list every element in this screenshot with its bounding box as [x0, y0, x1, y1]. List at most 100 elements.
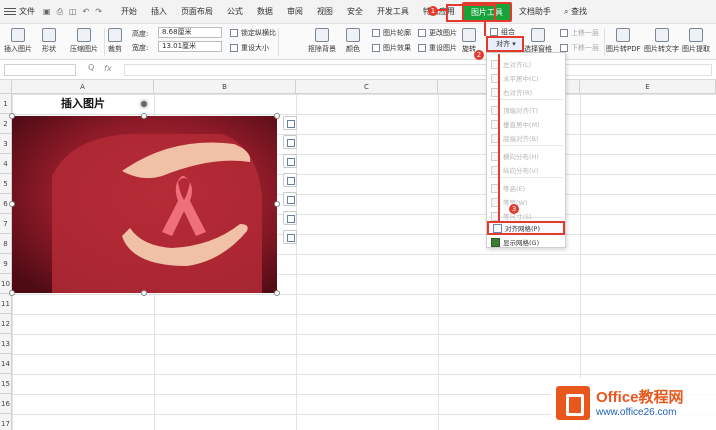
- tab-2[interactable]: 页面布局: [174, 0, 220, 24]
- menu-item-label: 等高(E): [503, 185, 526, 193]
- preview-icon[interactable]: ◫: [69, 7, 77, 17]
- arrow-3: [498, 54, 500, 222]
- tab-0[interactable]: 开始: [114, 0, 144, 24]
- tab-6[interactable]: 视图: [310, 0, 340, 24]
- resize-handle[interactable]: [9, 113, 15, 119]
- formula-input[interactable]: [124, 64, 712, 76]
- name-box[interactable]: [4, 64, 76, 76]
- selection-pane-icon: [531, 28, 545, 42]
- row-header[interactable]: 15: [0, 374, 12, 394]
- tab-8[interactable]: 开发工具: [370, 0, 416, 24]
- watermark-brand: Office教程网: [596, 389, 684, 406]
- picture-to-pdf-button[interactable]: 图片转PDF: [606, 28, 641, 54]
- row-header[interactable]: 13: [0, 334, 12, 354]
- select-all-corner[interactable]: [0, 80, 12, 94]
- office-logo-icon: [556, 386, 590, 420]
- tab-3[interactable]: 公式: [220, 0, 250, 24]
- text-icon: [654, 28, 669, 42]
- fx-icon[interactable]: fx: [104, 64, 112, 73]
- ribbon: 插入图片 形状 压缩图片 裁剪 高度: 8.68厘米 宽度: 13.01厘米 锁…: [0, 24, 716, 60]
- row-header[interactable]: 1: [0, 94, 12, 114]
- tab-7[interactable]: 安全: [340, 0, 370, 24]
- menu-icon[interactable]: [4, 8, 16, 15]
- align-button[interactable]: 对齐 ▾: [486, 36, 524, 52]
- shape-icon: [42, 28, 56, 42]
- selection-pane-button[interactable]: 选择窗格: [524, 28, 552, 54]
- tab-11[interactable]: 文档助手: [512, 0, 558, 24]
- lock-ratio-checkbox[interactable]: 锁定纵横比: [230, 28, 276, 38]
- file-menu[interactable]: 文件: [19, 6, 35, 17]
- row-header[interactable]: 5: [0, 174, 12, 194]
- layout-icon[interactable]: [283, 192, 297, 206]
- menu-item-11[interactable]: 对齐网格(P): [487, 221, 565, 235]
- column-header[interactable]: A: [12, 80, 154, 94]
- formula-bar: Q fx: [0, 60, 716, 80]
- width-label: 宽度:: [132, 44, 149, 52]
- redo-icon[interactable]: ↷: [95, 7, 102, 17]
- step-badge-3: 3: [509, 204, 519, 214]
- row-header[interactable]: 16: [0, 394, 12, 414]
- copy-picture-icon[interactable]: [283, 211, 297, 225]
- change-picture-button[interactable]: 更改图片: [418, 28, 457, 38]
- row-header[interactable]: 7: [0, 214, 12, 234]
- rotate-handle[interactable]: [139, 99, 149, 109]
- tab-4[interactable]: 数据: [250, 0, 280, 24]
- resize-handle[interactable]: [274, 201, 280, 207]
- resize-handle[interactable]: [274, 113, 280, 119]
- picture-style-icon[interactable]: [283, 173, 297, 187]
- edit-picture-icon[interactable]: [283, 135, 297, 149]
- crop-button[interactable]: 裁剪: [108, 28, 122, 54]
- resize-handle[interactable]: [141, 290, 147, 296]
- row-header[interactable]: 12: [0, 314, 12, 334]
- row-header[interactable]: 3: [0, 134, 12, 154]
- insert-picture-button[interactable]: 插入图片: [4, 28, 32, 54]
- search-button[interactable]: ⌕ 查找: [564, 6, 587, 17]
- menu-item-12[interactable]: 显示网格(G): [487, 235, 565, 249]
- row-header[interactable]: 14: [0, 354, 12, 374]
- search-label: 查找: [570, 7, 587, 16]
- effects-button[interactable]: 图片效果: [372, 43, 411, 53]
- row-header[interactable]: 11: [0, 294, 12, 314]
- zoom-picture-icon[interactable]: [283, 116, 297, 130]
- color-button[interactable]: 颜色: [346, 28, 360, 54]
- rotate-button[interactable]: 旋转: [462, 28, 476, 54]
- remove-background-button[interactable]: 抠除背景: [308, 28, 336, 54]
- tab-1[interactable]: 插入: [144, 0, 174, 24]
- crop-picture-icon[interactable]: [283, 154, 297, 168]
- column-header[interactable]: E: [580, 80, 716, 94]
- column-header[interactable]: B: [154, 80, 296, 94]
- row-header[interactable]: 17: [0, 414, 12, 430]
- arrow-1: [438, 9, 448, 11]
- row-header[interactable]: 9: [0, 254, 12, 274]
- picture-to-text-button[interactable]: 图片转文字: [644, 28, 679, 54]
- more-options-icon[interactable]: [283, 230, 297, 244]
- resize-handle[interactable]: [274, 290, 280, 296]
- zoom-icon[interactable]: Q: [88, 63, 94, 72]
- menu-item-label: 显示网格(G): [503, 239, 540, 247]
- reset-picture-button[interactable]: 重设图片: [418, 43, 457, 53]
- height-input[interactable]: 8.68厘米: [158, 27, 222, 38]
- compress-button[interactable]: 压缩图片: [70, 28, 98, 54]
- resize-handle[interactable]: [9, 290, 15, 296]
- outline-button[interactable]: 图片轮廓: [372, 28, 411, 38]
- undo-icon[interactable]: ↶: [83, 7, 90, 17]
- save-icon[interactable]: ▣: [43, 7, 51, 17]
- send-backward-icon: [560, 44, 568, 52]
- tab-5[interactable]: 审阅: [280, 0, 310, 24]
- menu-bar: 文件 ▣ ⎙ ◫ ↶ ↷ 开始 插入 页面布局 公式 数据 审阅 视图 安全 开发工具 特色应用图…: [0, 0, 716, 24]
- resize-handle[interactable]: [9, 201, 15, 207]
- reset-size-button[interactable]: 重设大小: [230, 43, 269, 53]
- ribbon-separator: [604, 28, 605, 56]
- shape-button[interactable]: 形状: [42, 28, 56, 54]
- bring-forward-button[interactable]: 上移一层: [560, 28, 599, 38]
- inserted-picture[interactable]: [12, 116, 277, 293]
- menu-item-label: 左对齐(L): [503, 61, 532, 69]
- column-header[interactable]: C: [296, 80, 438, 94]
- print-icon[interactable]: ⎙: [57, 7, 63, 17]
- resize-handle[interactable]: [141, 113, 147, 119]
- cell-a1[interactable]: 插入图片: [12, 94, 154, 114]
- picture-extract-button[interactable]: 图片提取: [682, 28, 710, 54]
- row-header[interactable]: 4: [0, 154, 12, 174]
- width-input[interactable]: 13.01厘米: [158, 41, 222, 52]
- row-header[interactable]: 8: [0, 234, 12, 254]
